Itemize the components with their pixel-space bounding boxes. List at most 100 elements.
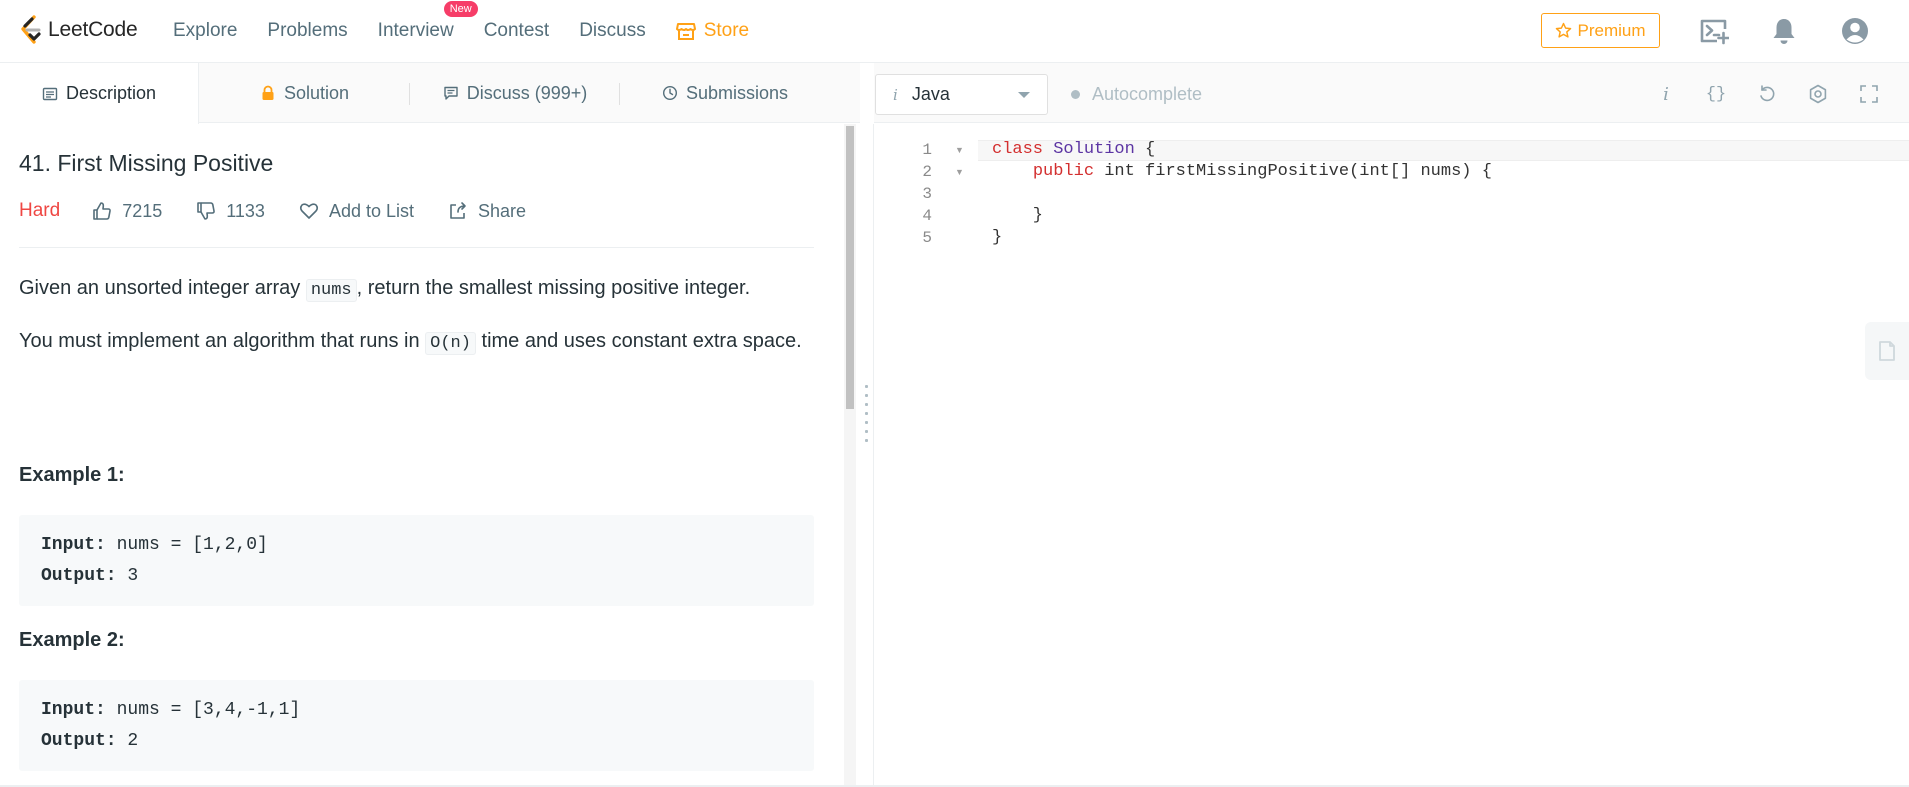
- nav-store[interactable]: Store: [675, 20, 750, 42]
- premium-label: Premium: [1577, 20, 1646, 40]
- nav-interview-label: Interview: [377, 20, 454, 41]
- line-number: 4: [922, 207, 932, 225]
- add-to-list-button[interactable]: Add to List: [299, 201, 414, 222]
- premium-button[interactable]: Premium: [1541, 13, 1660, 48]
- reset-icon: [1760, 85, 1775, 102]
- example-2-block: Input: nums = [3,4,-1,1] Output: 2: [19, 680, 814, 771]
- tab-discuss[interactable]: Discuss (999+): [410, 63, 620, 123]
- code-line-4: }: [992, 206, 1044, 225]
- comment-icon: [444, 86, 458, 100]
- nav-interview[interactable]: Interview New: [377, 1, 478, 42]
- star-icon: [1556, 22, 1572, 38]
- notes-side-tab[interactable]: [1865, 322, 1909, 380]
- fullscreen-icon: [1860, 85, 1878, 103]
- code-line-5: }: [992, 228, 1003, 247]
- p1-text: Given an unsorted integer array: [19, 277, 306, 299]
- code-line-1: class Solution {: [992, 140, 1155, 159]
- example-1-block: Input: nums = [1,2,0] Output: 3: [19, 515, 814, 606]
- inline-code-complexity: O(n): [425, 332, 476, 355]
- share-label: Share: [478, 200, 527, 221]
- output-value: 3: [116, 566, 139, 586]
- store-icon: [675, 23, 696, 40]
- nav-discuss[interactable]: Discuss: [579, 20, 646, 42]
- meta-divider: [19, 247, 814, 248]
- share-icon: [450, 202, 466, 219]
- autocomplete-toggle[interactable]: Autocomplete: [1071, 84, 1202, 105]
- language-select-value: Java: [911, 84, 950, 104]
- notes-icon: [1879, 341, 1895, 361]
- tab-discuss-label: Discuss (999+): [466, 82, 588, 103]
- inline-code-nums: nums: [305, 279, 357, 302]
- thumbs-up-icon: [93, 202, 112, 220]
- fold-arrow-icon[interactable]: ▼: [955, 145, 964, 155]
- class-name: Solution: [1053, 140, 1135, 159]
- resize-grip-icon[interactable]: [865, 382, 868, 446]
- problem-tabs: Description Solution Discuss (999+) Subm…: [0, 63, 860, 124]
- playground-button[interactable]: [1698, 15, 1730, 47]
- example-2-heading: Example 2:: [19, 629, 125, 651]
- description-scrollbar-thumb[interactable]: [846, 126, 854, 409]
- dislike-button[interactable]: 1133: [196, 201, 265, 222]
- input-label: Input:: [41, 535, 106, 555]
- nav-problems[interactable]: Problems: [267, 20, 347, 42]
- add-to-list-label: Add to List: [328, 200, 415, 221]
- format-code-button[interactable]: {}: [1702, 80, 1730, 108]
- share-button[interactable]: Share: [448, 201, 526, 222]
- leetcode-logo-icon: [21, 15, 41, 44]
- line-number: 1: [922, 141, 932, 159]
- tab-solution-label: Solution: [283, 82, 350, 103]
- editor-settings-button[interactable]: [1804, 80, 1832, 108]
- input-label: Input:: [41, 700, 106, 720]
- example-1-output: Output: 3: [41, 561, 792, 592]
- pane-resizer[interactable]: [858, 124, 874, 787]
- example-2-input: Input: nums = [3,4,-1,1]: [41, 695, 792, 726]
- tab-solution[interactable]: Solution: [199, 63, 410, 123]
- editor-info-button[interactable]: i: [1652, 80, 1680, 108]
- input-value: nums = [3,4,-1,1]: [105, 700, 301, 720]
- braces-icon: {}: [1705, 84, 1727, 104]
- example-1-input: Input: nums = [1,2,0]: [41, 530, 792, 561]
- like-button[interactable]: 7215: [92, 201, 162, 222]
- avatar-icon: [1842, 18, 1868, 44]
- tab-description[interactable]: Description: [0, 63, 199, 124]
- output-value: 2: [116, 731, 139, 751]
- thumbs-down-icon: [197, 202, 216, 220]
- language-info-icon: i: [893, 85, 898, 104]
- line-number: 3: [922, 185, 932, 203]
- p1-text-end: , return the smallest missing positive i…: [356, 277, 751, 299]
- autocomplete-label: Autocomplete: [1092, 84, 1203, 104]
- heart-icon: [299, 203, 318, 219]
- info-icon: i: [1663, 83, 1669, 105]
- tab-submissions[interactable]: Submissions: [620, 63, 830, 123]
- fullscreen-button[interactable]: [1855, 80, 1883, 108]
- difficulty-badge: Hard: [19, 200, 61, 221]
- fold-arrow-icon[interactable]: ▼: [955, 167, 964, 177]
- description-icon: [42, 87, 58, 100]
- nav-explore[interactable]: Explore: [173, 20, 237, 42]
- user-menu-button[interactable]: [1839, 15, 1871, 47]
- caret-down-icon: [1018, 92, 1030, 98]
- code-line-2: public int firstMissingPositive(int[] nu…: [992, 162, 1492, 181]
- notifications-button[interactable]: [1768, 15, 1800, 47]
- output-label: Output:: [41, 731, 117, 751]
- input-value: nums = [1,2,0]: [105, 535, 268, 555]
- example-1-heading: Example 1:: [19, 464, 125, 486]
- lock-icon: [262, 85, 274, 100]
- language-select[interactable]: i Java: [875, 74, 1048, 115]
- clock-icon: [662, 85, 677, 101]
- p2-text: You must implement an algorithm that run…: [19, 330, 426, 352]
- reset-code-button[interactable]: [1753, 80, 1781, 108]
- like-count: 7215: [122, 200, 163, 221]
- terminal-plus-icon: [1700, 19, 1729, 45]
- nav-contest[interactable]: Contest: [484, 20, 549, 42]
- code-text: int firstMissingPositive(int[] nums) {: [1094, 162, 1492, 181]
- code-text: {: [1134, 140, 1156, 159]
- line-number: 2: [922, 163, 932, 181]
- leetcode-logo[interactable]: LeetCode: [18, 14, 138, 46]
- problem-title: 41. First Missing Positive: [19, 150, 274, 176]
- line-number: 5: [922, 229, 932, 247]
- output-label: Output:: [41, 566, 117, 586]
- nav-store-label: Store: [703, 20, 750, 41]
- keyword: public: [1032, 162, 1095, 181]
- p2-text-end: time and uses constant extra space.: [475, 330, 802, 352]
